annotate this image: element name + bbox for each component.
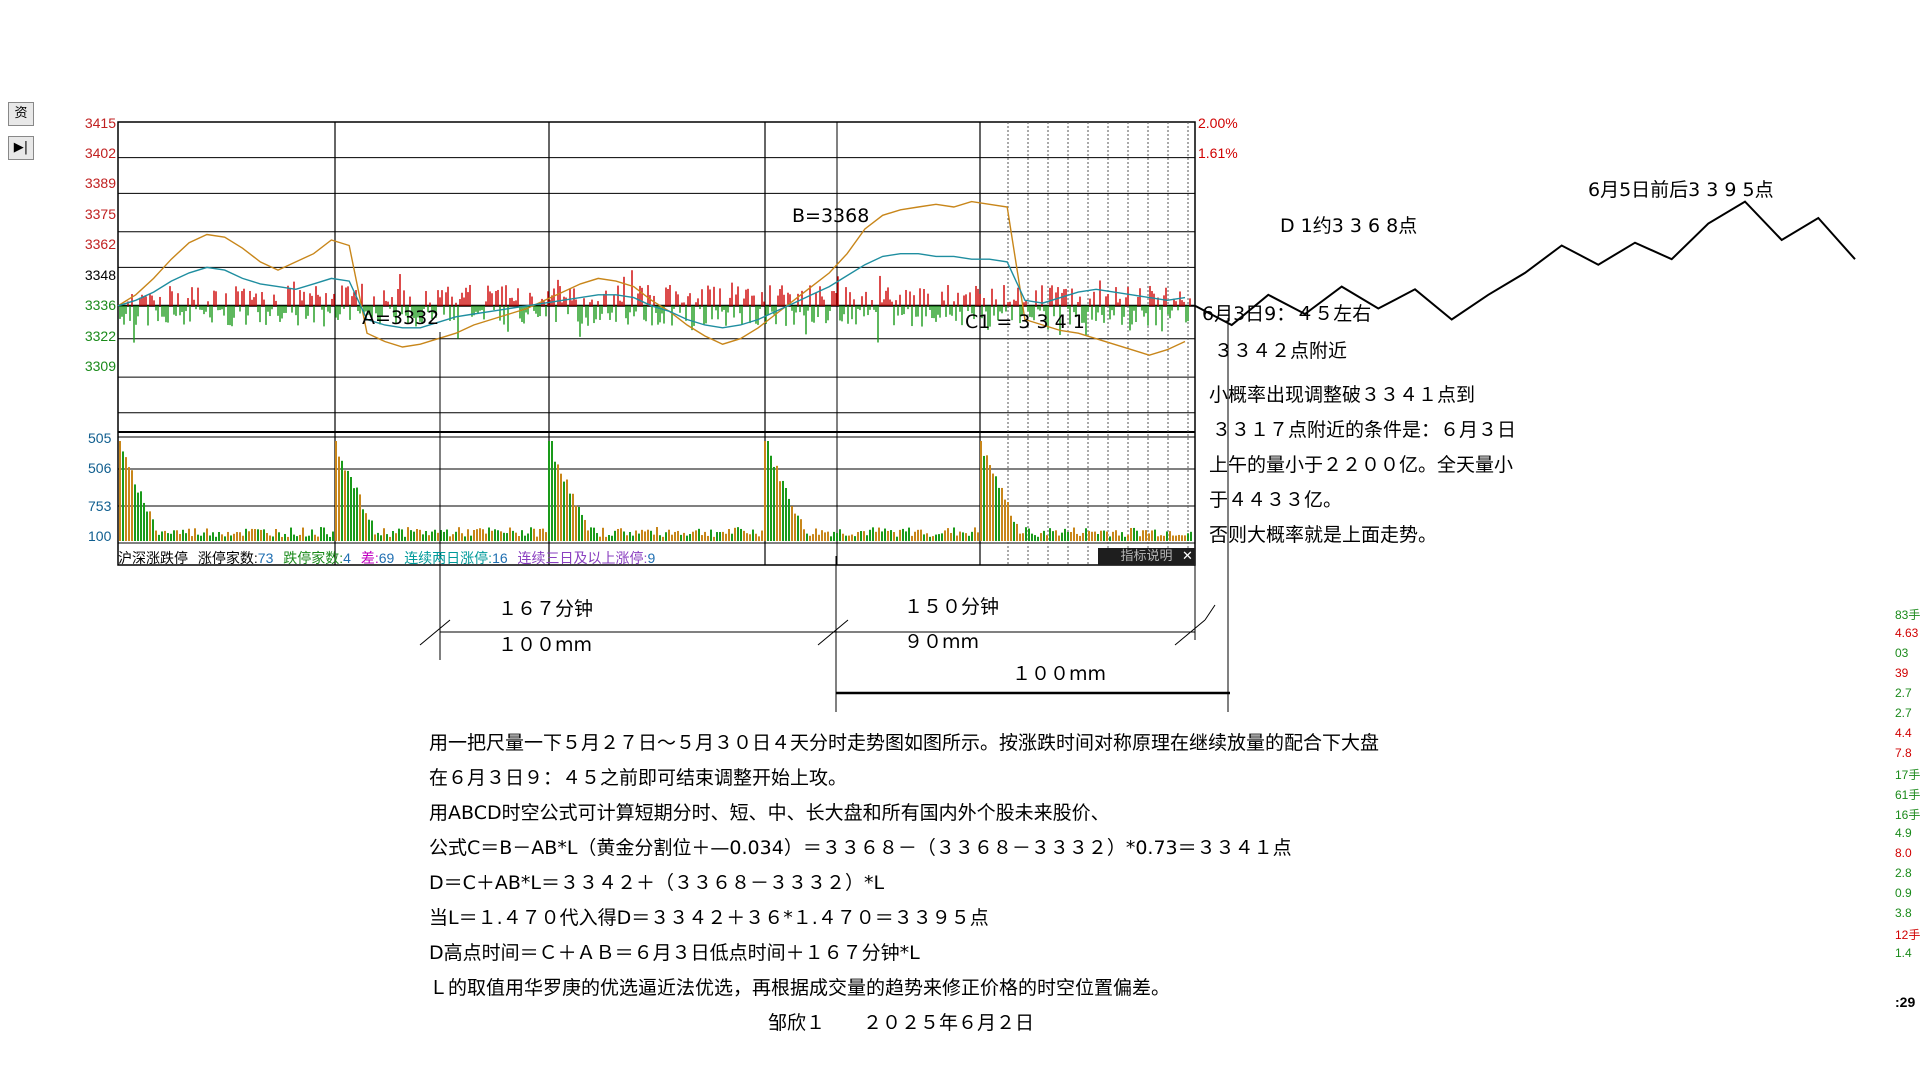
volume-tick: 100 xyxy=(88,528,112,544)
right-panel-value: 1.4 xyxy=(1895,946,1912,960)
right-panel-value: 0.9 xyxy=(1895,886,1912,900)
limit-up-label: 涨停家数: xyxy=(197,550,258,566)
point-b-label: B=3368 xyxy=(792,205,870,227)
note-line-3: 小概率出现调整破３３４１点到 xyxy=(1209,384,1476,406)
note-line-7: 否则大概率就是上面走势。 xyxy=(1209,524,1438,546)
volume-tick: 506 xyxy=(88,460,112,476)
forecast-d1-label: D 1约3 3 6 8点 xyxy=(1280,215,1418,237)
pct-tick: 2.00% xyxy=(1198,115,1238,131)
price-tick: 3375 xyxy=(84,206,116,222)
right-panel-time: :29 xyxy=(1895,994,1916,1010)
price-tick: 3362 xyxy=(84,236,116,252)
side-tool-icon-2[interactable]: ▶| xyxy=(8,136,34,160)
limit-up-value: 73 xyxy=(257,550,274,566)
right-panel-value: 2.7 xyxy=(1895,706,1912,720)
limit-stats-bar: 沪深涨跌停 涨停家数:73 跌停家数:4 差:69 连续两日涨停:16 连续三日… xyxy=(118,548,1195,566)
right-panel-value: 2.7 xyxy=(1895,686,1912,700)
three-day-label: 连续三日及以上涨停: xyxy=(517,550,648,566)
stats-title: 沪深涨跌停 xyxy=(118,550,188,566)
body-line-8: Ｌ的取值用华罗庚的优选逼近法优选，再根据成交量的趋势来修正价格的时空位置偏差。 xyxy=(429,977,1171,999)
right-panel-value: 4.63 xyxy=(1895,626,1919,640)
price-tick: 3402 xyxy=(84,145,116,161)
pct-tick: 1.61% xyxy=(1198,145,1238,161)
price-tick: 3309 xyxy=(84,358,116,374)
measure-tick xyxy=(1204,604,1216,621)
body-line-3: 用ABCD时空公式可计算短期分时、短、中、长大盘和所有国内外个股未来股价、 xyxy=(429,802,1110,824)
note-line-5: 上午的量小于２２００亿。全天量小 xyxy=(1209,454,1514,476)
right-panel-value: 7.8 xyxy=(1895,746,1912,760)
right-panel-value: 39 xyxy=(1895,666,1909,680)
price-tick: 3336 xyxy=(84,297,116,313)
volume-tick: 505 xyxy=(88,430,112,446)
right-panel-value: 2.8 xyxy=(1895,866,1912,880)
measure-seg1-time: １６７分钟 xyxy=(498,598,594,620)
price-tick: 3322 xyxy=(84,328,116,344)
price-tick: 3348 xyxy=(84,267,116,283)
diff-value: 69 xyxy=(378,550,395,566)
right-panel-value: 03 xyxy=(1895,646,1909,660)
body-line-1: 用一把尺量一下５月２７日～５月３０日４天分时走势图如图所示。按涨跌时间对称原理在… xyxy=(429,732,1380,754)
body-line-4: 公式C＝B－AB*L（黄金分割位＋—0.034）＝３３６８－（３３６８－３３３２… xyxy=(429,837,1292,859)
right-panel-value: 16手 xyxy=(1895,808,1920,822)
right-panel-value: 4.4 xyxy=(1895,726,1912,740)
note-line-2: ３３４２点附近 xyxy=(1214,340,1348,362)
right-panel-value: 8.0 xyxy=(1895,846,1912,860)
close-icon[interactable]: ✕ xyxy=(1180,548,1195,565)
volume-tick: 753 xyxy=(88,498,112,514)
body-line-6: 当L＝１.４７０代入得D＝３３４２＋３６*１.４７０＝３３９５点 xyxy=(429,907,989,929)
measure-seg2-length: ９０mm xyxy=(904,631,980,653)
diff-label: 差: xyxy=(360,550,379,566)
right-panel-value: 3.8 xyxy=(1895,906,1912,920)
measure-seg2-time: １５０分钟 xyxy=(904,596,1000,618)
limit-down-value: 4 xyxy=(343,550,351,566)
right-panel-value: 83手 xyxy=(1895,608,1920,622)
signature-date: 邹欣１ ２０２５年６月２日 xyxy=(768,1012,1035,1034)
side-tool-icon-1[interactable]: 资 xyxy=(8,102,34,126)
right-panel-value: 12手 xyxy=(1895,928,1920,942)
measure-seg3-length: １００mm xyxy=(1012,663,1107,685)
price-tick: 3415 xyxy=(84,115,116,131)
body-line-7: D高点时间＝Ｃ＋ＡＢ＝６月３日低点时间＋１６７分钟*L xyxy=(429,942,920,964)
note-line-6: 于４４３３亿。 xyxy=(1209,489,1343,511)
right-panel-value: 61手 xyxy=(1895,788,1920,802)
three-day-value: 9 xyxy=(647,550,656,566)
body-line-2: 在６月３日９：４５之前即可结束调整开始上攻。 xyxy=(429,767,848,789)
point-c1-label: C1 = 3 3 4 1 xyxy=(965,311,1085,333)
right-panel-value: 4.9 xyxy=(1895,826,1912,840)
right-panel-value: 17手 xyxy=(1895,768,1920,782)
limit-down-label: 跌停家数: xyxy=(283,550,344,566)
two-day-label: 连续两日涨停: xyxy=(404,550,493,566)
chart-frame xyxy=(117,121,1196,566)
two-day-value: 16 xyxy=(492,550,508,566)
note-line-1: 6月3日9：４５左右 xyxy=(1202,303,1372,325)
body-line-5: D＝C＋AB*L＝３３４２＋（３３６８－３３３２）*L xyxy=(429,872,885,894)
point-a-label: A=3332 xyxy=(362,307,440,329)
price-tick: 3389 xyxy=(84,175,116,191)
note-line-4: ３３１７点附近的条件是：６月３日 xyxy=(1212,419,1517,441)
forecast-target-label: 6月5日前后3 3 9 5点 xyxy=(1588,179,1774,201)
measure-seg1-length: １００mm xyxy=(498,634,593,656)
